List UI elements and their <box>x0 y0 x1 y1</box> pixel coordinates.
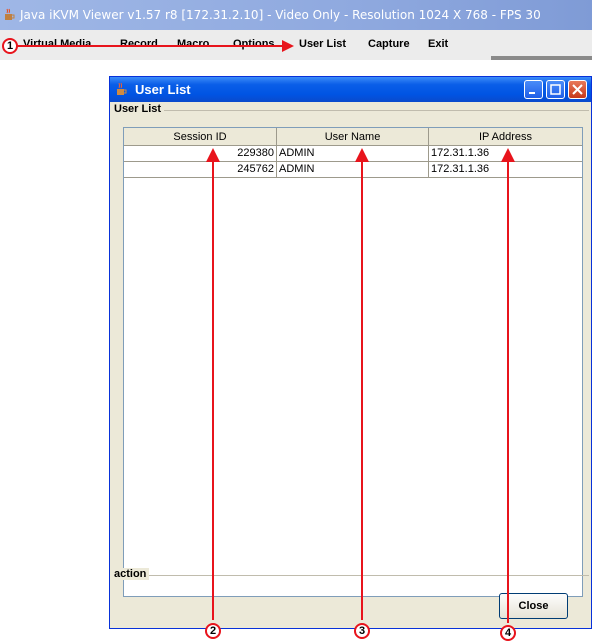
main-window-titlebar: Java iKVM Viewer v1.57 r8 [172.31.2.10] … <box>0 0 592 30</box>
cell-user-name: ADMIN <box>277 162 429 178</box>
close-icon <box>572 84 583 95</box>
dialog-titlebar: User List <box>110 77 591 102</box>
menu-bar: Virtual Media Record Macro Options User … <box>0 30 592 60</box>
callout-1: 1 <box>2 38 18 54</box>
background-strip <box>491 56 592 60</box>
group-label-user-list: User List <box>114 103 165 115</box>
user-list-dialog: User List User List Session ID User Name… <box>109 76 592 629</box>
callout-3: 3 <box>354 623 370 639</box>
user-table[interactable]: Session ID User Name IP Address 229380 A… <box>123 127 583 597</box>
menu-exit[interactable]: Exit <box>428 38 448 50</box>
column-header-user-name[interactable]: User Name <box>277 128 429 146</box>
annotation-line-4 <box>507 160 509 623</box>
close-button[interactable]: Close <box>499 593 568 619</box>
group-border <box>114 575 589 576</box>
cell-session-id: 245762 <box>124 162 277 178</box>
java-cup-icon <box>5 8 15 20</box>
maximize-button[interactable] <box>546 80 565 99</box>
cell-user-name: ADMIN <box>277 146 429 162</box>
dialog-title: User List <box>135 82 191 97</box>
minimize-button[interactable] <box>524 80 543 99</box>
menu-record[interactable]: Record <box>120 38 158 50</box>
table-header: Session ID User Name IP Address <box>124 128 582 146</box>
table-row[interactable]: 245762 ADMIN 172.31.1.36 <box>124 162 582 178</box>
menu-macro[interactable]: Macro <box>177 38 209 50</box>
callout-2: 2 <box>205 623 221 639</box>
menu-user-list[interactable]: User List <box>299 38 346 50</box>
annotation-line-3 <box>361 160 363 620</box>
column-header-ip-address[interactable]: IP Address <box>429 128 582 146</box>
arrow-right-icon <box>282 40 294 52</box>
annotation-line-2 <box>212 160 214 620</box>
menu-options[interactable]: Options <box>233 38 275 50</box>
group-border <box>114 110 589 111</box>
annotation-line-1 <box>14 45 292 47</box>
menu-capture[interactable]: Capture <box>368 38 410 50</box>
java-cup-icon <box>117 82 127 95</box>
callout-4: 4 <box>500 625 516 641</box>
minimize-icon <box>529 92 535 94</box>
cell-session-id: 229380 <box>124 146 277 162</box>
cell-ip-address: 172.31.1.36 <box>431 163 490 175</box>
group-label-action: action <box>114 568 150 580</box>
maximize-icon <box>550 84 561 95</box>
main-window-title: Java iKVM Viewer v1.57 r8 [172.31.2.10] … <box>20 8 541 22</box>
menu-virtual-media[interactable]: Virtual Media <box>23 38 91 50</box>
close-window-button[interactable] <box>568 80 587 99</box>
column-header-session-id[interactable]: Session ID <box>124 128 277 146</box>
